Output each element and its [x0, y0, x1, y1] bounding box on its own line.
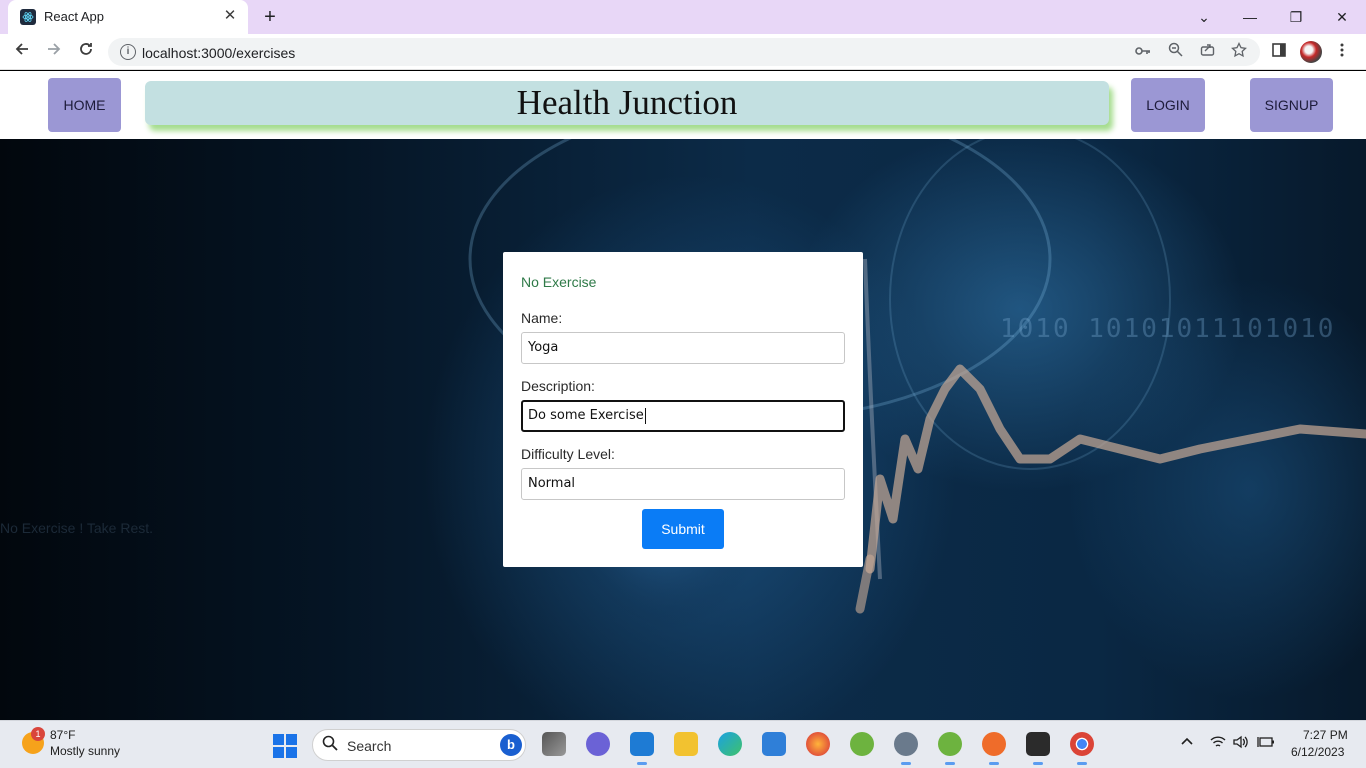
windows-taskbar: 1 87°F Mostly sunny Search b 7:27 PM 6/1… — [0, 720, 1366, 768]
difficulty-label: Difficulty Level: — [521, 446, 615, 462]
settings-gear-icon[interactable] — [894, 732, 918, 765]
name-label: Name: — [521, 310, 563, 326]
browser-toolbar: i localhost:3000/exercises — [0, 34, 1366, 70]
description-input-value: Do some Exercise — [528, 408, 644, 423]
firefox-icon[interactable] — [806, 732, 830, 756]
more-menu-icon[interactable] — [1331, 42, 1353, 64]
share-icon[interactable] — [1196, 42, 1218, 62]
description-label: Description: — [521, 378, 595, 394]
spring-tool-icon-2[interactable] — [938, 732, 962, 765]
wifi-icon[interactable] — [1210, 735, 1226, 752]
chevron-up-icon[interactable] — [1180, 735, 1194, 752]
site-title: Health Junction — [516, 83, 738, 122]
exercise-form-card: No Exercise Name: Yoga Description: Do s… — [503, 252, 863, 567]
no-exercise-message: No Exercise ! Take Rest. — [0, 520, 154, 536]
terminal-icon[interactable] — [1026, 732, 1050, 765]
tab-search-icon[interactable]: ⌄ — [1186, 3, 1222, 31]
hero-background: 1010 10101011101010 No Exercise ! Take R… — [0, 139, 1366, 720]
signup-button[interactable]: SIGNUP — [1250, 78, 1333, 132]
address-bar[interactable]: i localhost:3000/exercises — [108, 38, 1260, 66]
task-view-icon[interactable] — [542, 732, 566, 756]
clock-date[interactable]: 6/12/2023 — [1291, 745, 1344, 759]
name-input[interactable]: Yoga — [521, 332, 845, 364]
tab-title: React App — [44, 9, 104, 24]
taskbar-search[interactable]: Search b — [312, 729, 526, 761]
vscode-icon[interactable] — [630, 732, 654, 765]
store-icon[interactable] — [762, 732, 786, 756]
zoom-icon[interactable] — [1164, 42, 1186, 62]
spring-tool-icon[interactable] — [850, 732, 874, 756]
difficulty-input-value: Normal — [528, 476, 576, 491]
key-icon[interactable] — [1132, 42, 1154, 62]
difficulty-input[interactable]: Normal — [521, 468, 845, 500]
description-input[interactable]: Do some Exercise — [521, 400, 845, 432]
name-input-value: Yoga — [528, 340, 559, 355]
minimize-button[interactable]: — — [1232, 3, 1268, 31]
search-label: Search — [347, 738, 392, 754]
login-button[interactable]: LOGIN — [1131, 78, 1205, 132]
new-tab-button[interactable]: + — [258, 5, 282, 29]
postman-icon[interactable] — [982, 732, 1006, 765]
page-content: HOME Health Junction LOGIN SIGNUP 1010 1… — [0, 71, 1366, 720]
text-cursor — [644, 407, 646, 424]
submit-button[interactable]: Submit — [642, 509, 724, 549]
file-explorer-icon[interactable] — [674, 732, 698, 756]
windows-start-icon[interactable] — [273, 734, 297, 758]
site-info-icon[interactable]: i — [120, 44, 136, 60]
profile-avatar[interactable] — [1300, 41, 1322, 63]
back-arrow-icon[interactable] — [8, 38, 36, 66]
bing-icon[interactable]: b — [500, 734, 522, 756]
weather-temperature[interactable]: 87°F — [50, 728, 75, 742]
weather-description[interactable]: Mostly sunny — [50, 744, 120, 758]
react-logo-icon — [20, 9, 36, 25]
chrome-icon[interactable] — [1070, 732, 1094, 765]
binary-pattern: 1010 10101011101010 — [1000, 314, 1336, 344]
url-text: localhost:3000/exercises — [142, 45, 296, 61]
reload-icon[interactable] — [72, 38, 100, 66]
close-window-button[interactable]: ✕ — [1324, 3, 1360, 31]
battery-icon[interactable] — [1257, 735, 1275, 752]
exercise-status-text: No Exercise — [521, 274, 597, 290]
teams-icon[interactable] — [586, 732, 610, 756]
side-panel-icon[interactable] — [1268, 42, 1290, 64]
title-banner: Health Junction — [145, 81, 1109, 125]
search-icon — [322, 735, 338, 755]
browser-tab[interactable]: React App ✕ — [8, 0, 248, 34]
bookmark-star-icon[interactable] — [1228, 41, 1250, 62]
restore-button[interactable]: ❐ — [1278, 3, 1314, 31]
site-header: HOME Health Junction LOGIN SIGNUP — [0, 71, 1366, 139]
volume-icon[interactable] — [1233, 735, 1249, 752]
edge-icon[interactable] — [718, 732, 742, 756]
home-button[interactable]: HOME — [48, 78, 121, 132]
weather-badge: 1 — [31, 727, 45, 741]
clock-time[interactable]: 7:27 PM — [1303, 728, 1348, 742]
tab-close-icon[interactable]: ✕ — [220, 6, 240, 26]
browser-tab-strip: React App ✕ + ⌄ — ❐ ✕ — [0, 0, 1366, 34]
forward-arrow-icon[interactable] — [40, 38, 68, 66]
